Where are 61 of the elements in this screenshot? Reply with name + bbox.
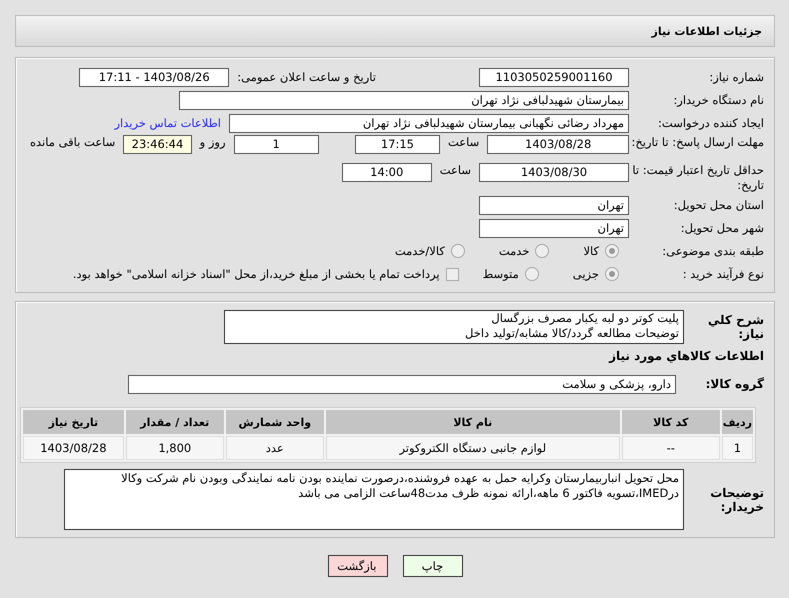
field-label: روز و [200,135,226,149]
option-label: کالا/خدمت [394,244,445,258]
table-cell: 1403/08/28 [23,436,124,460]
field-label: ساعت [448,135,480,149]
field-label: حداقل تاریخ اعتبار قیمت: تا تاریخ: [631,163,765,193]
section-title: اطلاعات کالاهاي مورد نیاز [608,348,765,365]
field-label: گروه کالا: [704,377,765,391]
option-label: جزیی [572,267,599,281]
column-header: ردیف [722,410,753,434]
radio-button[interactable] [535,244,550,258]
field-label: طبقه بندی موضوعی: [661,244,765,258]
input-field[interactable]: 1 [234,135,319,154]
table-cell: لوازم جانبی دستگاه الکتروکوتر [326,436,620,460]
field-label: تاریخ و ساعت اعلان عمومی: [237,70,376,84]
field-label: نام دستگاه خریدار: [672,93,765,107]
input-field[interactable]: بیمارستان شهیدلبافی نژاد تهران [179,90,629,110]
field-label: شماره نیاز: [708,70,765,84]
notes-field[interactable]: محل تحویل انباربیمارستان وکرایه حمل به عهده فروشنده،درصورت نماینده بودن نامه نمایندگی وبودن نام شرکت وکالا درIMED،تسویه فاکتور 6 ماهه،ارائه نمونه ظرف مدت48ساعت الزامی می باشد [64,469,684,530]
input-field[interactable]: تهران [479,218,629,238]
back-button[interactable]: بازگشت [328,555,388,577]
field-label: مهلت ارسال پاسخ: تا تاریخ: [630,135,765,150]
countdown-field[interactable]: 23:46:44 [123,135,192,154]
column-header: کد کالا [622,410,720,434]
column-header: واحد شمارش [226,410,324,434]
radio-button[interactable] [605,244,619,258]
table-cell: 1 [722,436,753,460]
table-cell: -- [622,436,720,460]
field-label: ساعت [440,163,471,177]
field-label: ایجاد کننده درخواست: [657,116,765,130]
field-label: توضیحات خریدار: [709,486,765,514]
radio-button[interactable] [524,267,539,281]
field-label: نوع فرآیند خرید : [682,267,765,281]
field-label: شرح کلي نیاز: [706,313,765,341]
input-field[interactable]: 1403/08/30 [479,163,629,182]
table-cell: عدد [226,436,324,460]
input-field[interactable]: 1103050259001160 [479,68,629,86]
input-field[interactable]: 17:15 [354,135,440,154]
option-label: کالا [583,244,599,258]
field-label: استان محل تحویل: [672,198,765,212]
description-field[interactable]: پلیت کوتر دو لبه یکبار مصرف بزرگسال توضیحات مطالعه گردد/کالا مشابه/تولید داخل [224,310,684,344]
input-field[interactable]: تهران [479,196,629,214]
field-label: شهر محل تحویل: [680,221,765,235]
option-label: متوسط [482,267,519,281]
checkbox[interactable] [446,268,459,280]
field-label: ساعت باقی مانده [30,135,116,149]
input-field[interactable]: 1403/08/28 [487,135,629,154]
radio-button[interactable] [605,267,619,281]
page-title: جزئیات اطلاعات نیاز [652,24,762,38]
field-label: پرداخت تمام یا بخشی از مبلغ خرید،از محل "اسناد خزانه اسلامی" خواهد بود. [72,267,440,281]
column-header: تعداد / مقدار [126,410,224,434]
table-cell: 1,800 [126,436,224,460]
radio-button[interactable] [450,244,465,258]
input-field[interactable]: دارو، پزشکی و سلامت [128,374,676,394]
input-field[interactable]: 1403/08/26 - 17:11 [79,68,230,86]
column-header: نام کالا [326,410,620,434]
option-label: خدمت [498,244,530,258]
contact-link[interactable]: اطلاعات تماس خریدار [114,116,221,130]
print-button[interactable]: چاپ [402,555,462,577]
input-field[interactable]: 14:00 [342,163,432,182]
column-header: تاریخ نیاز [23,410,124,434]
input-field[interactable]: مهرداد رضائی نگهبانی بیمارستان شهیدلبافی نژاد تهران [229,114,629,132]
